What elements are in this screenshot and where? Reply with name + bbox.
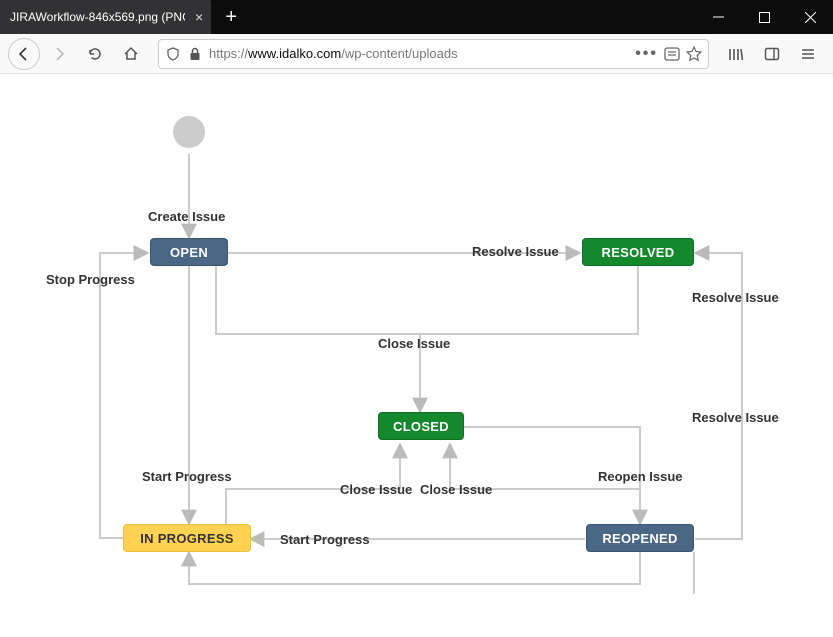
- url-text: https://www.idalko.com/wp-content/upload…: [209, 46, 458, 61]
- new-tab-button[interactable]: +: [211, 0, 251, 34]
- edge-start-progress-1: Start Progress: [142, 469, 232, 484]
- window-titlebar: JIRAWorkflow-846x569.png (PNG Im × +: [0, 0, 833, 34]
- page-content: OPEN RESOLVED CLOSED IN PROGRESS REOPENE…: [0, 74, 833, 637]
- start-node: [173, 116, 205, 148]
- tab-title: JIRAWorkflow-846x569.png (PNG Im: [10, 10, 185, 24]
- sidebar-button[interactable]: [755, 37, 789, 71]
- app-menu-button[interactable]: [791, 37, 825, 71]
- state-open: OPEN: [150, 238, 228, 266]
- lock-icon[interactable]: [187, 46, 203, 62]
- back-button[interactable]: [8, 38, 40, 70]
- shield-icon[interactable]: [165, 46, 181, 62]
- library-button[interactable]: [719, 37, 753, 71]
- close-window-button[interactable]: [787, 0, 833, 34]
- window-controls: [695, 0, 833, 34]
- state-resolved: RESOLVED: [582, 238, 694, 266]
- edge-stop-progress: Stop Progress: [46, 272, 135, 287]
- state-closed: CLOSED: [378, 412, 464, 440]
- edge-resolve-issue-1: Resolve Issue: [472, 244, 559, 259]
- workflow-diagram: [0, 74, 833, 637]
- bookmark-star-icon[interactable]: [686, 46, 702, 62]
- edge-close-issue-3: Close Issue: [420, 482, 492, 497]
- reload-button[interactable]: [78, 37, 112, 71]
- edge-resolve-issue-3: Resolve Issue: [692, 410, 779, 425]
- browser-tab[interactable]: JIRAWorkflow-846x569.png (PNG Im ×: [0, 0, 211, 34]
- home-button[interactable]: [114, 37, 148, 71]
- titlebar-drag-area: [251, 0, 695, 34]
- edge-reopen-issue: Reopen Issue: [598, 469, 683, 484]
- edge-resolve-issue-2: Resolve Issue: [692, 290, 779, 305]
- plus-icon: +: [225, 6, 237, 29]
- forward-button[interactable]: [42, 37, 76, 71]
- close-icon[interactable]: ×: [195, 9, 203, 25]
- minimize-button[interactable]: [695, 0, 741, 34]
- edge-create-issue: Create Issue: [148, 209, 225, 224]
- address-bar[interactable]: https://www.idalko.com/wp-content/upload…: [158, 39, 709, 69]
- browser-toolbar: https://www.idalko.com/wp-content/upload…: [0, 34, 833, 74]
- edge-start-progress-2: Start Progress: [280, 532, 370, 547]
- edge-close-issue-1: Close Issue: [378, 336, 450, 351]
- state-reopened: REOPENED: [586, 524, 694, 552]
- state-in-progress: IN PROGRESS: [123, 524, 251, 552]
- edge-close-issue-2: Close Issue: [340, 482, 412, 497]
- reader-mode-icon[interactable]: [664, 46, 680, 62]
- page-actions-icon[interactable]: •••: [635, 45, 658, 63]
- maximize-button[interactable]: [741, 0, 787, 34]
